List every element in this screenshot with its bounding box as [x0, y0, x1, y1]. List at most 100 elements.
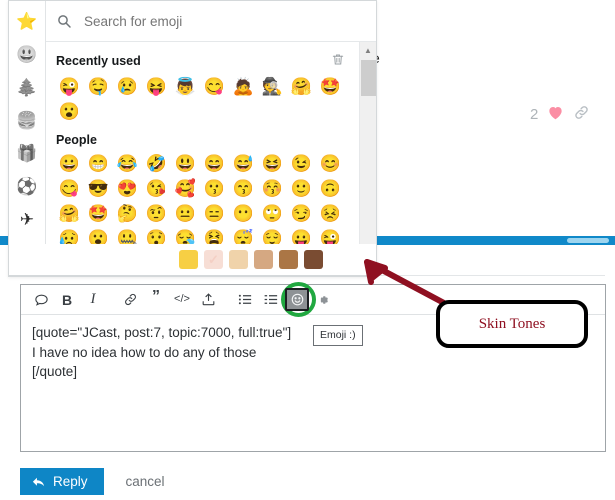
skin-tone-light[interactable]: ✓: [204, 250, 223, 269]
italic-button[interactable]: I: [81, 288, 105, 312]
emoji-cell[interactable]: 😊: [316, 151, 345, 176]
emoji-cell[interactable]: 😋: [200, 74, 229, 99]
emoji-category-favorites[interactable]: ⭐: [12, 5, 42, 38]
emoji-cell[interactable]: 😑: [200, 201, 229, 226]
emoji-cell[interactable]: 😏: [287, 201, 316, 226]
hamburger-icon: 🍔: [16, 111, 38, 130]
emoji-cell[interactable]: 😄: [200, 151, 229, 176]
emoji-picker-panel: ⭐ 😃 🌲 🍔 🎁 ⚽ ✈ 👓 Recently used: [8, 0, 377, 277]
blue-bar-thumb[interactable]: [567, 238, 609, 243]
composer-footer: Reply cancel: [20, 468, 165, 495]
skin-tone-dark[interactable]: [304, 250, 323, 269]
emoji-cell[interactable]: 😀: [55, 151, 84, 176]
emoji-cell[interactable]: 😘: [142, 176, 171, 201]
emoji-category-nature[interactable]: 🌲: [12, 71, 42, 104]
emoji-cell[interactable]: 🙇: [229, 74, 258, 99]
emoji-search-row: [46, 1, 376, 42]
emoji-cell[interactable]: 😣: [316, 201, 345, 226]
emoji-cell[interactable]: 🙂: [287, 176, 316, 201]
emoji-cell[interactable]: 🤔: [113, 201, 142, 226]
skin-tone-medium-light[interactable]: [229, 250, 248, 269]
emoji-cell[interactable]: 🤨: [142, 201, 171, 226]
blockquote-button[interactable]: ”: [144, 288, 168, 312]
emoji-cell[interactable]: 😜: [55, 74, 84, 99]
emoji-cell[interactable]: 🤤: [84, 74, 113, 99]
airplane-icon: ✈: [19, 210, 35, 229]
emoji-cell[interactable]: 😙: [229, 176, 258, 201]
code-button[interactable]: </>: [170, 288, 194, 312]
scroll-up-arrow-icon[interactable]: ▲: [360, 42, 377, 58]
reply-button-label: Reply: [53, 474, 88, 489]
emoji-cell[interactable]: 🙃: [316, 176, 345, 201]
emoji-category-activities[interactable]: ⚽: [12, 170, 42, 203]
reply-button[interactable]: Reply: [20, 468, 104, 495]
emoji-cell[interactable]: 🤩: [84, 201, 113, 226]
search-input[interactable]: [82, 12, 366, 30]
smiley-icon: 😃: [16, 45, 38, 64]
emoji-cell[interactable]: 🤗: [287, 74, 316, 99]
numbered-list-button[interactable]: [259, 288, 283, 312]
emoji-cell[interactable]: 😐: [171, 201, 200, 226]
emoji-cell[interactable]: 😂: [113, 151, 142, 176]
emoji-category-travel-places[interactable]: ✈: [12, 203, 42, 236]
emoji-cell[interactable]: 😶: [229, 201, 258, 226]
emoji-category-smileys-people[interactable]: 😃: [12, 38, 42, 71]
emoji-cell[interactable]: 😮: [55, 99, 84, 124]
skin-tone-medium-dark[interactable]: [279, 250, 298, 269]
scrollbar-thumb[interactable]: [360, 60, 376, 96]
gift-icon: 🎁: [16, 144, 38, 163]
emoji-cell[interactable]: 🙄: [258, 201, 287, 226]
check-icon: ✓: [208, 251, 219, 267]
emoji-cell[interactable]: 😗: [200, 176, 229, 201]
emoji-list: Recently used 😜 🤤 😢 😝 👼 😋 🙇 🕵 🤗 🤩 😮 People 😀 😁 😂 🤣 😃 😄 😅…: [46, 42, 359, 276]
emoji-scroll-area: Recently used 😜 🤤 😢 😝 👼 😋 🙇 🕵 🤗 🤩 😮 People 😀 😁 😂 🤣 😃 😄 😅…: [46, 42, 376, 276]
section-title: People: [56, 133, 97, 147]
section-header-recently-used: Recently used: [56, 52, 351, 70]
emoji-cell[interactable]: 🤗: [55, 201, 84, 226]
skin-tone-medium[interactable]: [254, 250, 273, 269]
emoji-category-objects[interactable]: 🎁: [12, 137, 42, 170]
emoji-grid-recently-used: 😜 🤤 😢 😝 👼 😋 🙇 🕵 🤗 🤩 😮: [55, 74, 353, 124]
section-title: Recently used: [56, 54, 141, 68]
star-icon: ⭐: [16, 12, 38, 31]
like-count: 2: [530, 106, 539, 123]
emoji-cell[interactable]: 😉: [287, 151, 316, 176]
trash-icon[interactable]: [331, 52, 345, 70]
upload-button[interactable]: [196, 288, 220, 312]
emoji-cell[interactable]: 😎: [84, 176, 113, 201]
soccer-ball-icon: ⚽: [16, 177, 38, 196]
emoji-picker-scrollbar[interactable]: ▲ ▼: [359, 42, 376, 276]
heart-icon[interactable]: [547, 105, 564, 124]
screenshot-root: e 2 - ⭐ 😃 🌲 🍔 🎁 ⚽ ✈ 👓: [0, 0, 615, 500]
skin-tone-default-yellow[interactable]: [179, 250, 198, 269]
emoji-cell[interactable]: 😍: [113, 176, 142, 201]
post-actions: 2: [530, 104, 590, 125]
emoji-button[interactable]: [285, 288, 309, 311]
emoji-cell[interactable]: 😃: [171, 151, 200, 176]
emoji-category-food-drink[interactable]: 🍔: [12, 104, 42, 137]
bold-button[interactable]: B: [55, 288, 79, 312]
search-icon: [56, 13, 72, 29]
link-button[interactable]: [118, 288, 142, 312]
scrollbar-track[interactable]: [360, 58, 377, 260]
emoji-cell[interactable]: 👼: [171, 74, 200, 99]
bullet-list-button[interactable]: [233, 288, 257, 312]
emoji-cell[interactable]: 🥰: [171, 176, 200, 201]
emoji-cell[interactable]: 🤩: [316, 74, 345, 99]
emoji-cell[interactable]: 😅: [229, 151, 258, 176]
chain-link-icon[interactable]: [573, 104, 590, 125]
emoji-cell[interactable]: 🤣: [142, 151, 171, 176]
emoji-cell[interactable]: 😆: [258, 151, 287, 176]
emoji-cell[interactable]: 😋: [55, 176, 84, 201]
section-header-people: People: [56, 133, 351, 147]
quote-bubble-button[interactable]: [29, 288, 53, 312]
emoji-cell[interactable]: 😁: [84, 151, 113, 176]
emoji-cell[interactable]: 😚: [258, 176, 287, 201]
reply-arrow-icon: [32, 477, 45, 486]
emoji-button-tooltip: Emoji :): [313, 325, 363, 346]
emoji-cell[interactable]: 🕵: [258, 74, 287, 99]
emoji-cell[interactable]: 😢: [113, 74, 142, 99]
emoji-cell[interactable]: 😝: [142, 74, 171, 99]
cancel-link[interactable]: cancel: [126, 474, 165, 489]
annotation-label: Skin Tones: [478, 315, 546, 332]
